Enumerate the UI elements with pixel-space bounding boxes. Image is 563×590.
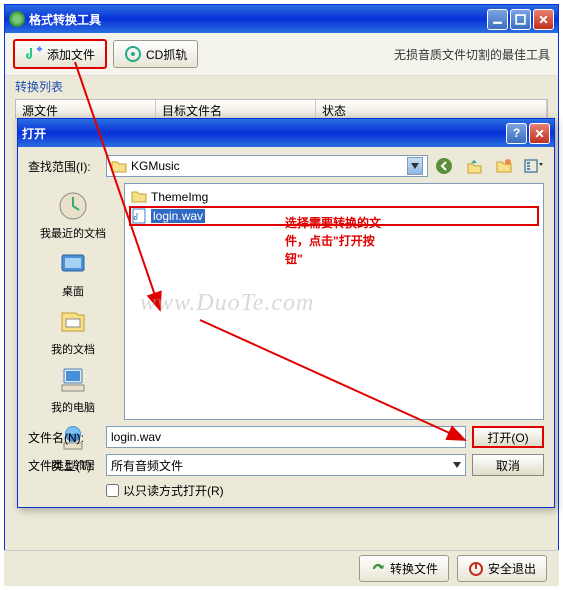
- main-title: 格式转换工具: [29, 11, 487, 28]
- place-mydocs[interactable]: 我的文档: [28, 303, 118, 359]
- file-list[interactable]: ThemeImg login.wav 选择需要转换的文 件，点击"打开按 钮": [124, 183, 544, 420]
- app-icon: [9, 11, 25, 27]
- help-button[interactable]: ?: [506, 123, 527, 144]
- exit-button[interactable]: 安全退出: [457, 555, 547, 582]
- close-button[interactable]: [533, 9, 554, 30]
- folder-item[interactable]: ThemeImg: [129, 188, 539, 206]
- audio-file-icon: [131, 208, 147, 224]
- add-file-label: 添加文件: [47, 46, 95, 63]
- filename-input[interactable]: login.wav: [106, 426, 466, 448]
- convert-list-label: 转换列表: [5, 76, 558, 97]
- annotation-text: 选择需要转换的文 件，点击"打开按 钮": [285, 214, 381, 268]
- look-in-value: KGMusic: [131, 159, 180, 173]
- col-source: 源文件: [16, 100, 156, 118]
- look-in-label: 查找范围(I):: [28, 158, 100, 175]
- minimize-button[interactable]: [487, 9, 508, 30]
- main-titlebar: 格式转换工具: [5, 5, 558, 33]
- place-recent[interactable]: 我最近的文档: [28, 187, 118, 243]
- col-status: 状态: [316, 100, 547, 118]
- filetype-label: 文件类型(T):: [28, 457, 100, 474]
- up-button[interactable]: [464, 156, 484, 176]
- convert-icon: [370, 561, 386, 577]
- computer-icon: [56, 363, 90, 397]
- file-name: login.wav: [151, 209, 205, 223]
- dialog-titlebar: 打开 ?: [18, 119, 554, 147]
- folder-name: ThemeImg: [151, 190, 208, 204]
- mydocs-icon: [56, 305, 90, 339]
- cancel-button[interactable]: 取消: [472, 454, 544, 476]
- filename-value: login.wav: [111, 430, 161, 444]
- place-mycomputer-label: 我的电脑: [51, 399, 95, 415]
- cd-grab-button[interactable]: CD抓轨: [113, 40, 198, 68]
- convert-button[interactable]: 转换文件: [359, 555, 449, 582]
- toolbar: 添加文件 CD抓轨 无损音质文件切割的最佳工具: [5, 33, 558, 76]
- place-mycomputer[interactable]: 我的电脑: [28, 361, 118, 417]
- cd-icon: [124, 45, 142, 63]
- look-in-dropdown[interactable]: KGMusic: [106, 155, 428, 177]
- list-header: 源文件 目标文件名 状态: [15, 99, 548, 119]
- folder-icon: [111, 159, 127, 173]
- window-controls: [487, 9, 554, 30]
- place-recent-label: 我最近的文档: [40, 225, 106, 241]
- dialog-title: 打开: [22, 125, 46, 142]
- maximize-button[interactable]: [510, 9, 531, 30]
- toolbar-right-text: 无损音质文件切割的最佳工具: [394, 46, 550, 63]
- cd-grab-label: CD抓轨: [146, 46, 187, 63]
- music-plus-icon: [25, 45, 43, 63]
- filename-dropdown-arrow[interactable]: [453, 434, 461, 440]
- dialog-close-button[interactable]: [529, 123, 550, 144]
- filename-label: 文件名(N):: [28, 429, 100, 446]
- exit-label: 安全退出: [488, 560, 536, 577]
- folder-icon: [131, 189, 147, 205]
- view-menu-button[interactable]: [524, 156, 544, 176]
- footer-bar: 转换文件 安全退出: [4, 550, 559, 586]
- readonly-label: 以只读方式打开(R): [123, 482, 224, 499]
- add-file-button[interactable]: 添加文件: [13, 39, 107, 69]
- place-desktop[interactable]: 桌面: [28, 245, 118, 301]
- filetype-dropdown[interactable]: 所有音频文件: [106, 454, 466, 476]
- exit-icon: [468, 561, 484, 577]
- convert-label: 转换文件: [390, 560, 438, 577]
- readonly-row: 以只读方式打开(R): [28, 482, 544, 499]
- bottom-rows: 文件名(N): login.wav 打开(O) 文件类型(T): 所有音频文件 …: [28, 426, 544, 499]
- places-bar: 我最近的文档 桌面 我的文档 我的电脑 网上邻居: [28, 183, 118, 420]
- place-desktop-label: 桌面: [62, 283, 84, 299]
- back-button[interactable]: [434, 156, 454, 176]
- filetype-dropdown-arrow[interactable]: [453, 462, 461, 468]
- open-dialog: 打开 ? 查找范围(I): KGMusic: [17, 118, 555, 508]
- look-in-row: 查找范围(I): KGMusic: [28, 155, 544, 177]
- open-button[interactable]: 打开(O): [472, 426, 544, 448]
- readonly-checkbox[interactable]: [106, 484, 119, 497]
- dialog-body: 查找范围(I): KGMusic 我最近的文档: [18, 147, 554, 507]
- filetype-value: 所有音频文件: [111, 457, 183, 474]
- place-mydocs-label: 我的文档: [51, 341, 95, 357]
- nav-icons: [434, 156, 544, 176]
- recent-icon: [56, 189, 90, 223]
- new-folder-button[interactable]: [494, 156, 514, 176]
- file-area: 我最近的文档 桌面 我的文档 我的电脑 网上邻居: [28, 183, 544, 420]
- dropdown-arrow-icon: [407, 157, 423, 175]
- col-target: 目标文件名: [156, 100, 316, 118]
- desktop-icon: [56, 247, 90, 281]
